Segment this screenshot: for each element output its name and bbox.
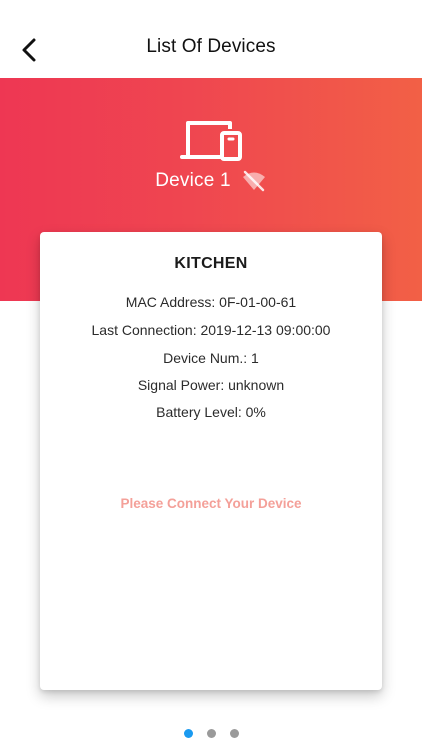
- connect-device-link[interactable]: Please Connect Your Device: [40, 496, 382, 511]
- page-dot-1[interactable]: [183, 729, 193, 738]
- page-dot-2[interactable]: [206, 729, 216, 738]
- device-name: Device 1: [155, 170, 231, 191]
- device-num-text: Device Num.: 1: [163, 350, 259, 366]
- device-icon: [180, 121, 242, 161]
- room-title: KITCHEN: [174, 255, 248, 272]
- nav-bar: List Of Devices: [0, 0, 422, 78]
- page-dot-3[interactable]: [229, 729, 239, 738]
- device-card: KITCHEN MAC Address: 0F-01-00-61 Last Co…: [40, 232, 382, 690]
- wifi-off-icon: [242, 170, 265, 192]
- page-indicator: [0, 729, 422, 738]
- last-connection-text: Last Connection: 2019-12-13 09:00:00: [91, 322, 331, 338]
- page-title: List Of Devices: [146, 36, 276, 57]
- signal-power-text: Signal Power: unknown: [137, 377, 285, 393]
- battery-level-text: Battery Level: 0%: [156, 404, 266, 420]
- mac-address-text: MAC Address: 0F-01-00-61: [125, 294, 297, 310]
